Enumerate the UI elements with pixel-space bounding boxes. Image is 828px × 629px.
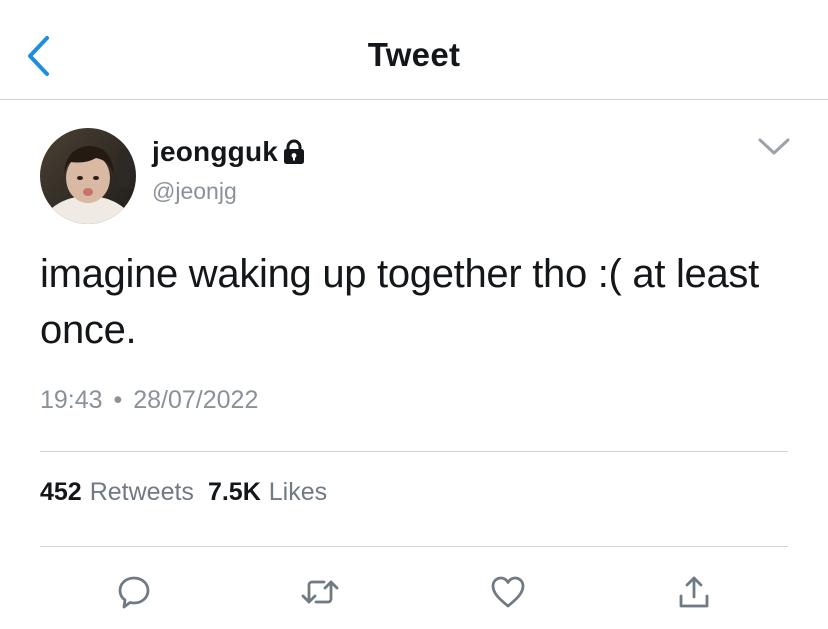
- tweet-time: 19:43: [40, 386, 103, 414]
- share-icon: [679, 576, 709, 608]
- tweet-date: 28/07/2022: [133, 386, 259, 414]
- share-button[interactable]: [674, 572, 714, 612]
- likes-stat[interactable]: 7.5K Likes: [208, 478, 327, 507]
- retweet-icon: [301, 580, 339, 604]
- avatar[interactable]: [40, 128, 136, 224]
- chevron-down-icon: [758, 138, 790, 155]
- tweet-timestamp[interactable]: 19:43 • 28/07/2022: [40, 386, 258, 415]
- display-name[interactable]: jeongguk: [152, 136, 278, 168]
- retweets-label: Retweets: [89, 478, 194, 506]
- author-name-row[interactable]: jeongguk: [152, 134, 306, 170]
- divider: [40, 546, 788, 547]
- likes-label: Likes: [268, 478, 328, 506]
- separator-dot: •: [113, 386, 123, 414]
- user-handle[interactable]: @jeonjg: [152, 178, 237, 205]
- top-navigation-bar: Tweet: [0, 0, 828, 100]
- more-options-button[interactable]: [756, 134, 792, 160]
- tweet-stats: 452 Retweets 7.5K Likes: [40, 478, 327, 507]
- page-title: Tweet: [367, 36, 461, 73]
- reply-button[interactable]: [114, 572, 154, 612]
- likes-count: 7.5K: [207, 478, 261, 506]
- tweet-actions-bar: [0, 572, 828, 612]
- heart-icon: [491, 576, 525, 608]
- retweets-count: 452: [40, 478, 82, 506]
- avatar-photo: [40, 128, 136, 224]
- retweets-stat[interactable]: 452 Retweets: [40, 478, 194, 507]
- tweet-text: imagine waking up together tho :( at lea…: [40, 252, 759, 352]
- divider: [40, 451, 788, 452]
- retweet-button[interactable]: [300, 572, 340, 612]
- lock-icon: [282, 139, 306, 165]
- like-button[interactable]: [488, 572, 528, 612]
- reply-icon: [118, 576, 150, 609]
